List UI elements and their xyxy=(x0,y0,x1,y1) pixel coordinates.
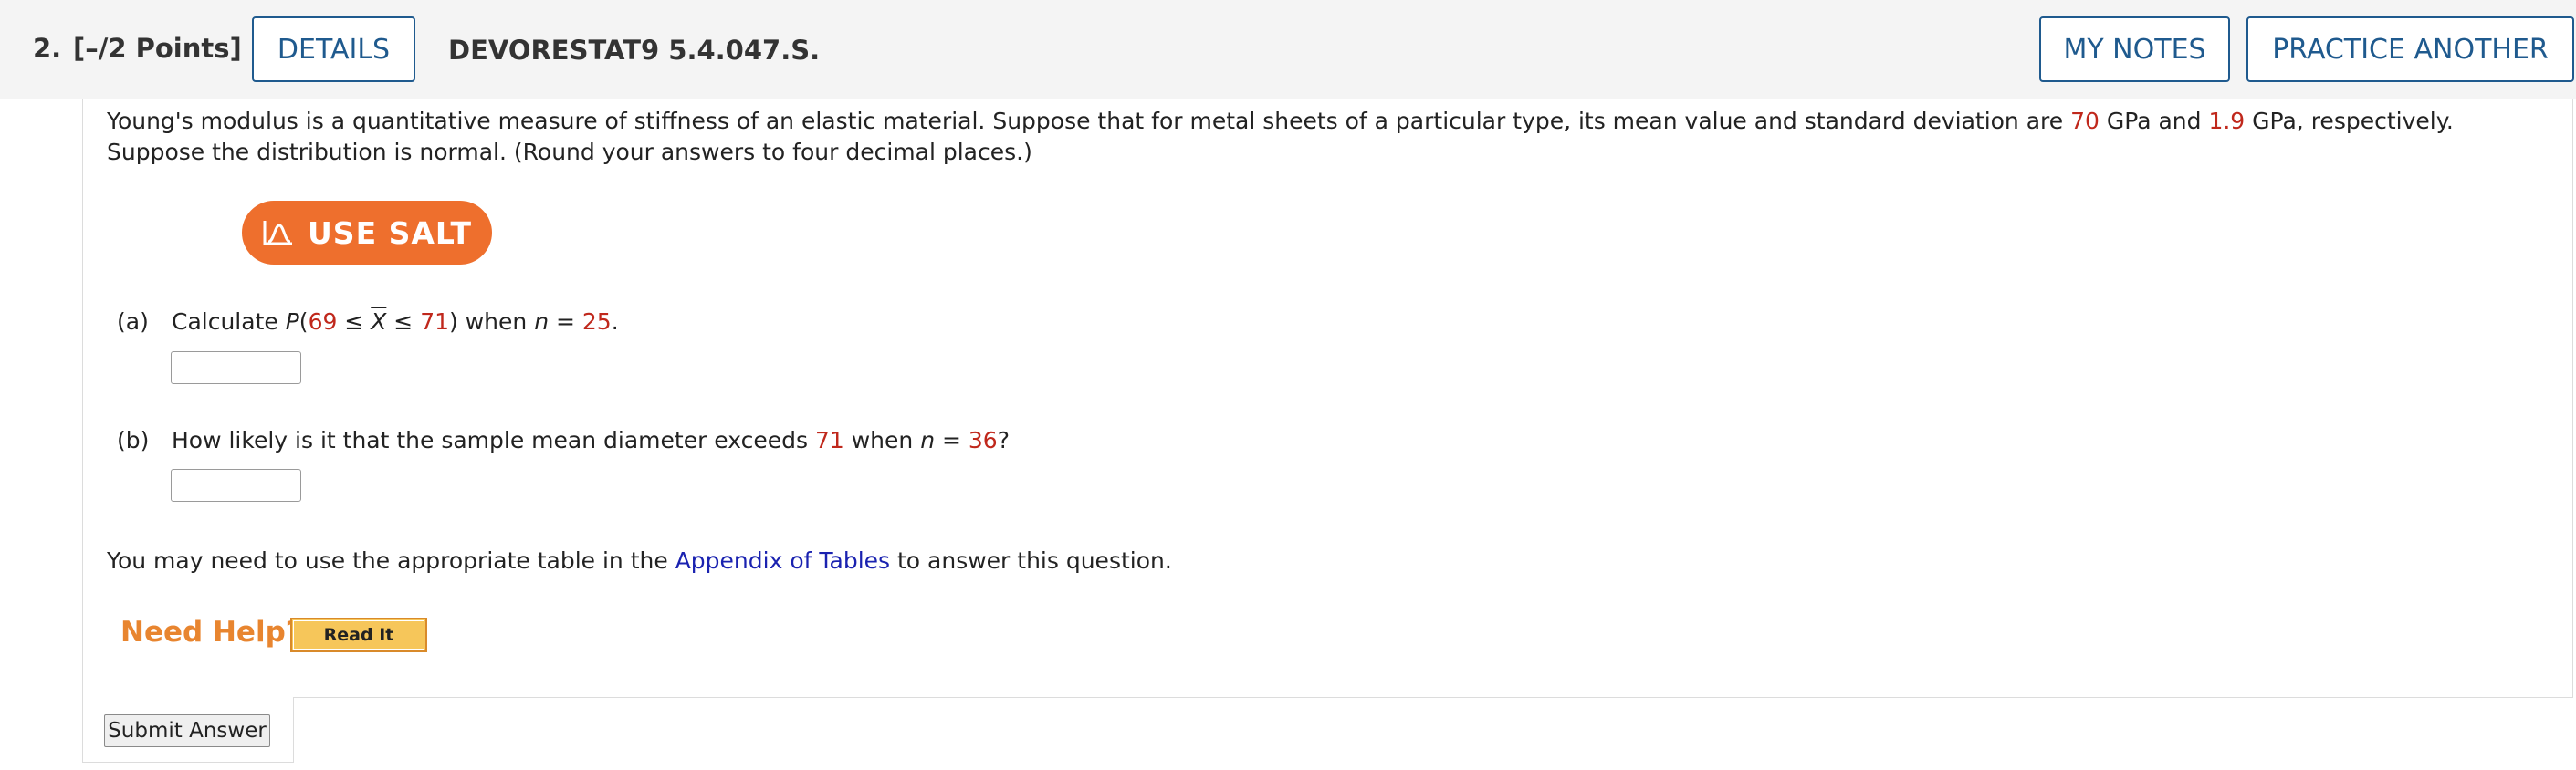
intro-text-1: Young's modulus is a quantitative measur… xyxy=(107,108,2071,134)
part-b-text: = xyxy=(935,427,969,453)
table-note: You may need to use the appropriate tabl… xyxy=(107,546,1172,577)
part-a-text: ≤ xyxy=(337,308,372,335)
sd-value: 1.9 xyxy=(2208,108,2246,134)
sample-size-a: 25 xyxy=(581,308,612,335)
part-a-text: = xyxy=(549,308,582,335)
part-b-text: ? xyxy=(997,427,1010,453)
use-salt-label: USE SALT xyxy=(308,214,472,251)
part-a-tag: (a) xyxy=(117,308,149,335)
probability-symbol: P xyxy=(285,308,299,335)
part-b-prompt: (b) How likely is it that the sample mean… xyxy=(117,425,1010,456)
part-b-text: when xyxy=(843,427,921,453)
part-a-text: ( xyxy=(298,308,309,335)
submit-answer-button[interactable]: Submit Answer xyxy=(104,714,270,747)
part-a-prompt: (a) Calculate P(69 ≤ X ≤ 71) when n = 25. xyxy=(117,307,619,338)
part-b-tag: (b) xyxy=(117,427,150,453)
part-a-text: . xyxy=(611,308,619,335)
question-number: 2. xyxy=(33,33,62,64)
salt-chart-icon xyxy=(263,221,292,245)
assignment-id: DEVORESTAT9 5.4.047.S. xyxy=(448,35,821,66)
practice-another-button[interactable]: PRACTICE ANOTHER xyxy=(2246,16,2574,82)
part-a-text: ) when xyxy=(449,308,535,335)
details-button[interactable]: DETAILS xyxy=(252,16,415,82)
upper-bound: 71 xyxy=(420,308,450,335)
part-a-text: Calculate xyxy=(172,308,286,335)
use-salt-button[interactable]: USE SALT xyxy=(242,201,492,265)
mean-value: 70 xyxy=(2070,108,2100,134)
question-panel xyxy=(82,99,2573,698)
sample-size-b: 36 xyxy=(968,427,998,453)
question-intro: Young's modulus is a quantitative measur… xyxy=(107,106,2535,168)
table-note-text: You may need to use the appropriate tabl… xyxy=(107,547,675,574)
intro-text-2: GPa and xyxy=(2099,108,2209,134)
threshold-value: 71 xyxy=(814,427,844,453)
appendix-link[interactable]: Appendix of Tables xyxy=(675,547,890,574)
x-bar-symbol: X xyxy=(371,308,387,335)
read-it-button[interactable]: Read It xyxy=(290,618,427,652)
part-a-text: ≤ xyxy=(386,308,421,335)
lower-bound: 69 xyxy=(308,308,338,335)
n-symbol: n xyxy=(534,308,550,335)
need-help-label: Need Help? xyxy=(120,616,302,649)
answer-b-input[interactable] xyxy=(171,469,301,502)
table-note-text: to answer this question. xyxy=(890,547,1172,574)
part-b-text: How likely is it that the sample mean di… xyxy=(172,427,815,453)
my-notes-button[interactable]: MY NOTES xyxy=(2039,16,2230,82)
question-header: 2. [–/2 Points] DETAILS DEVORESTAT9 5.4.… xyxy=(0,0,2576,99)
n-symbol: n xyxy=(920,427,936,453)
points-label: [–/2 Points] xyxy=(73,33,242,64)
answer-a-input[interactable] xyxy=(171,351,301,384)
